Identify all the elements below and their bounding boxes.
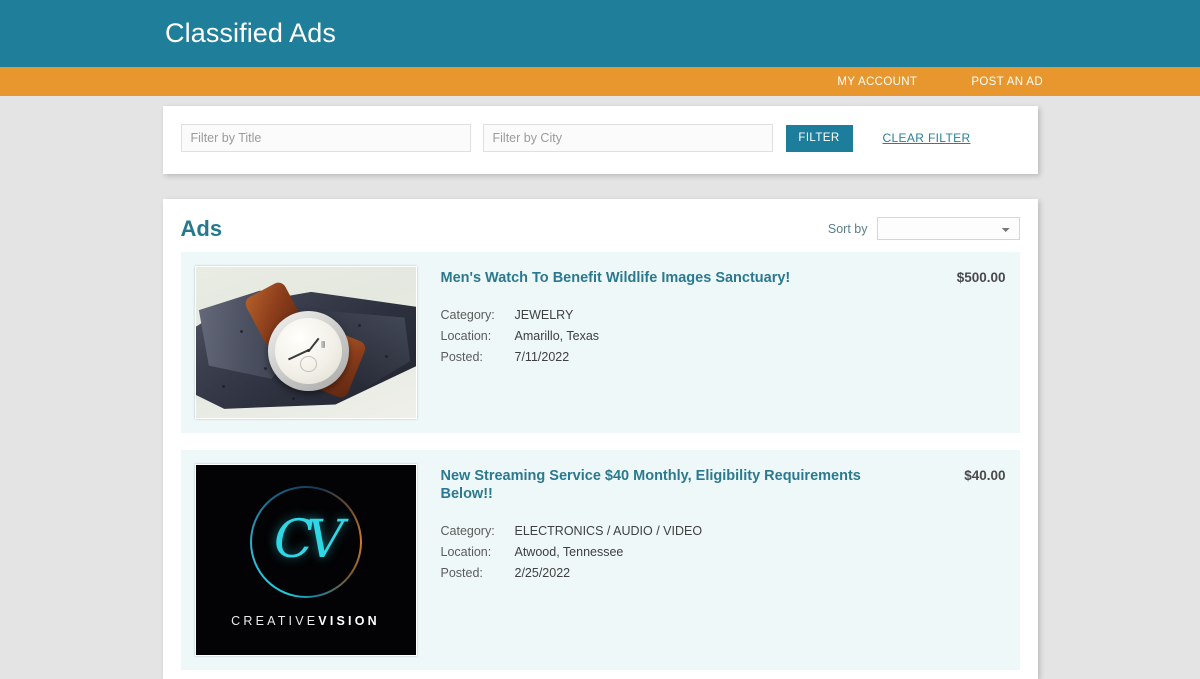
ad-meta-row-location: Location: Atwood, Tennessee — [441, 542, 1006, 563]
ad-list-item[interactable]: Men's Watch To Benefit Wildlife Images S… — [180, 252, 1020, 433]
ad-meta-row-location: Location: Amarillo, Texas — [441, 326, 1006, 347]
page-content: FILTER CLEAR FILTER Ads Sort by — [0, 96, 1200, 679]
ad-price: $40.00 — [964, 468, 1006, 483]
site-masthead: Classified Ads — [0, 0, 1200, 67]
ad-meta-value: Amarillo, Texas — [514, 329, 600, 343]
logo-wordmark-bold: VISION — [318, 614, 380, 628]
nav-post-an-ad[interactable]: POST AN AD — [971, 76, 1043, 88]
ad-title-row: Men's Watch To Benefit Wildlife Images S… — [441, 269, 1006, 287]
ad-meta-value: ELECTRONICS / AUDIO / VIDEO — [514, 524, 703, 538]
page-title: Ads — [180, 215, 223, 241]
site-title: Classified Ads — [165, 18, 336, 48]
watch-center-pin — [306, 348, 310, 352]
ad-meta-list: Category: JEWELRY Location: Amarillo, Te… — [441, 305, 1006, 368]
ad-meta-row-category: Category: JEWELRY — [441, 305, 1006, 326]
main-navbar: MY ACCOUNT POST AN AD — [0, 67, 1200, 96]
filter-panel: FILTER CLEAR FILTER — [162, 106, 1038, 174]
filter-button[interactable]: FILTER — [785, 124, 853, 152]
ad-price: $500.00 — [956, 270, 1006, 285]
sort-by-label: Sort by — [827, 221, 868, 236]
ad-title-link[interactable]: Men's Watch To Benefit Wildlife Images S… — [441, 269, 791, 287]
ad-meta-value: 7/11/2022 — [514, 350, 570, 364]
logo-ring: CV — [249, 486, 362, 598]
ad-meta-key: Location: — [440, 329, 492, 343]
creative-vision-logo: CV CREATIVEVISION — [195, 465, 416, 655]
logo-wordmark-light: CREATIVE — [231, 614, 319, 628]
ad-meta-key: Category: — [440, 308, 495, 322]
watch-subdial — [300, 356, 317, 373]
ad-meta-value: JEWELRY — [514, 308, 574, 322]
ad-meta-value: 2/25/2022 — [514, 566, 571, 580]
ad-meta-list: Category: ELECTRONICS / AUDIO / VIDEO Lo… — [441, 521, 1006, 584]
ad-list-item[interactable]: CV CREATIVEVISION New Streaming Service … — [180, 450, 1020, 670]
ad-title-link[interactable]: New Streaming Service $40 Monthly, Eligi… — [441, 467, 871, 503]
sort-control: Sort by — [828, 217, 1020, 240]
nav-my-account[interactable]: MY ACCOUNT — [837, 76, 917, 88]
ad-title-row: New Streaming Service $40 Monthly, Eligi… — [441, 467, 1006, 503]
ad-meta-key: Location: — [440, 545, 492, 559]
ad-meta-row-posted: Posted: 7/11/2022 — [441, 347, 1006, 368]
watch-case — [268, 310, 350, 391]
ad-meta-row-posted: Posted: 2/25/2022 — [441, 563, 1006, 584]
ad-details: New Streaming Service $40 Monthly, Eligi… — [417, 464, 1006, 656]
ads-header: Ads Sort by — [181, 213, 1020, 252]
sort-by-select[interactable] — [876, 217, 1020, 240]
ad-details: Men's Watch To Benefit Wildlife Images S… — [417, 266, 1006, 419]
filter-title-input[interactable] — [180, 124, 471, 152]
clear-filter-link[interactable]: CLEAR FILTER — [883, 131, 971, 145]
watch-dial — [275, 317, 343, 384]
ad-thumbnail-creative-vision[interactable]: CV CREATIVEVISION — [194, 464, 417, 656]
ad-meta-key: Posted: — [440, 566, 483, 580]
watch-crown — [321, 341, 326, 349]
ad-meta-key: Category: — [440, 524, 495, 538]
watch-hour-hand — [308, 337, 320, 352]
ad-meta-key: Posted: — [440, 350, 483, 364]
ad-meta-value: Atwood, Tennessee — [514, 545, 624, 559]
ad-meta-row-category: Category: ELECTRONICS / AUDIO / VIDEO — [441, 521, 1006, 542]
ads-panel: Ads Sort by Men's Watch To Benefit Wildl… — [162, 199, 1038, 679]
filter-city-input[interactable] — [482, 124, 773, 152]
mens-watch-photo — [195, 267, 416, 418]
logo-wordmark: CREATIVEVISION — [231, 614, 380, 628]
ad-thumbnail-mens-watch[interactable] — [194, 266, 417, 419]
logo-monogram: CV — [273, 510, 344, 570]
